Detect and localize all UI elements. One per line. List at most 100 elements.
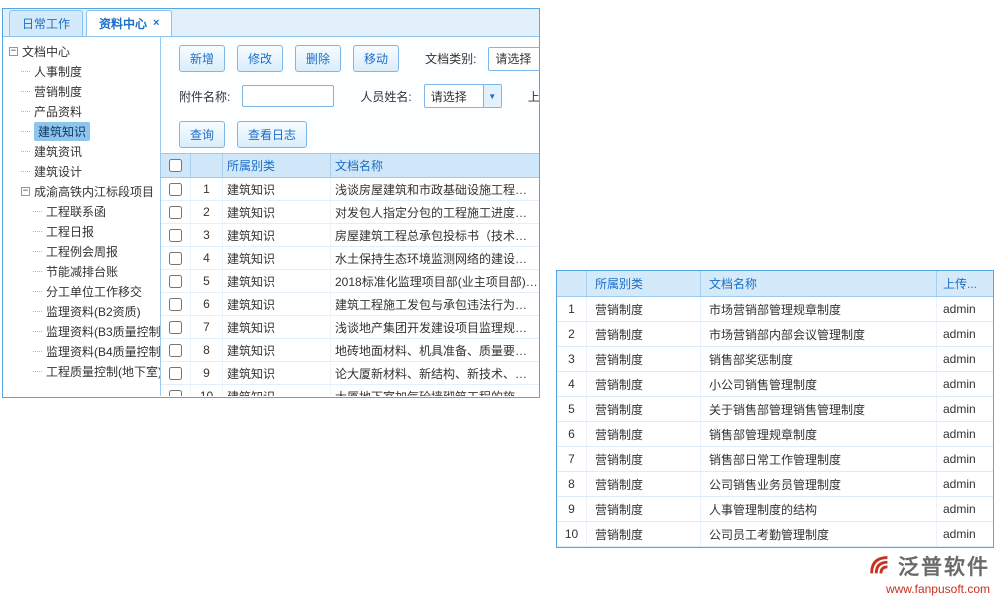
tab-daily-work[interactable]: 日常工作	[9, 10, 83, 36]
row-uploader: admin	[937, 477, 993, 491]
upload-date-label: 上传日期	[528, 88, 539, 105]
table-row[interactable]: 1 建筑知识 浅谈房屋建筑和市政基础设施工程施工...	[161, 178, 539, 201]
add-button[interactable]: 新增	[179, 45, 225, 72]
row-number: 3	[191, 224, 223, 246]
row-checkbox[interactable]	[169, 206, 182, 219]
table-row[interactable]: 5 营销制度 关于销售部管理销售管理制度 admin	[557, 397, 993, 422]
tree-item[interactable]: 监理资料(B4质量控制)	[3, 341, 160, 361]
tree-item[interactable]: 产品资料	[3, 101, 160, 121]
tree-item[interactable]: 人事制度	[3, 61, 160, 81]
chevron-down-icon: ▼	[483, 85, 501, 107]
row-docname: 浅谈房屋建筑和市政基础设施工程施工...	[331, 181, 539, 198]
doc-category-select[interactable]: 请选择 ▼	[488, 47, 539, 71]
tree-line-icon	[21, 111, 30, 112]
table-row[interactable]: 9 建筑知识 论大厦新材料、新结构、新技术、新工...	[161, 362, 539, 385]
tree-label: 建筑资讯	[34, 143, 82, 160]
tree-item[interactable]: 工程日报	[3, 221, 160, 241]
table-row[interactable]: 3 建筑知识 房屋建筑工程总承包投标书（技术标）...	[161, 224, 539, 247]
row-docname: 地砖地面材料、机具准备、质量要求及...	[331, 342, 539, 359]
tree-item[interactable]: 建筑资讯	[3, 141, 160, 161]
collapse-icon[interactable]: −	[21, 187, 30, 196]
col-uploader: 上传...	[937, 275, 993, 292]
table-row[interactable]: 7 建筑知识 浅谈地产集团开发建设项目监理规划编...	[161, 316, 539, 339]
table-row[interactable]: 6 营销制度 销售部管理规章制度 admin	[557, 422, 993, 447]
tab-data-center[interactable]: 资料中心 ×	[86, 10, 172, 36]
table-row[interactable]: 8 建筑知识 地砖地面材料、机具准备、质量要求及...	[161, 339, 539, 362]
row-checkbox[interactable]	[169, 183, 182, 196]
select-value: 请选择	[425, 88, 483, 105]
delete-button[interactable]: 删除	[295, 45, 341, 72]
row-checkbox[interactable]	[169, 229, 182, 242]
tree-line-icon	[21, 91, 30, 92]
col-number	[557, 271, 587, 296]
table-row[interactable]: 3 营销制度 销售部奖惩制度 admin	[557, 347, 993, 372]
query-button[interactable]: 查询	[179, 121, 225, 148]
tree-line-icon	[33, 251, 42, 252]
row-checkbox[interactable]	[169, 367, 182, 380]
row-checkbox[interactable]	[169, 321, 182, 334]
tree-item[interactable]: 分工单位工作移交	[3, 281, 160, 301]
row-uploader: admin	[937, 377, 993, 391]
tree-item[interactable]: 工程联系函	[3, 201, 160, 221]
row-number: 1	[191, 178, 223, 200]
move-button[interactable]: 移动	[353, 45, 399, 72]
row-checkbox[interactable]	[169, 298, 182, 311]
table-row[interactable]: 1 营销制度 市场营销部管理规章制度 admin	[557, 297, 993, 322]
row-number: 1	[557, 297, 587, 321]
view-log-button[interactable]: 查看日志	[237, 121, 307, 148]
row-category: 营销制度	[587, 422, 701, 446]
table-row[interactable]: 6 建筑知识 建筑工程施工发包与承包违法行为认定...	[161, 293, 539, 316]
row-number: 6	[557, 422, 587, 446]
table-row[interactable]: 2 建筑知识 对发包人指定分包的工程施工进度安排...	[161, 201, 539, 224]
row-checkbox[interactable]	[169, 390, 182, 397]
table-row[interactable]: 2 营销制度 市场营销部内部会议管理制度 admin	[557, 322, 993, 347]
folder-tree: − 文档中心 人事制度 营销制度 产品资料 建筑知识 建筑资讯	[3, 37, 161, 396]
table-row[interactable]: 5 建筑知识 2018标准化监理项目部(业主项目部)人员...	[161, 270, 539, 293]
row-uploader: admin	[937, 352, 993, 366]
row-docname: 市场营销部内部会议管理制度	[701, 322, 937, 346]
table-row[interactable]: 4 建筑知识 水土保持生态环境监测网络的建设与资...	[161, 247, 539, 270]
row-number: 6	[191, 293, 223, 315]
table-row[interactable]: 10 营销制度 公司员工考勤管理制度 admin	[557, 522, 993, 547]
row-category: 建筑知识	[223, 224, 331, 246]
tree-item-project[interactable]: − 成渝高铁内江标段项目	[3, 181, 160, 201]
attachment-name-input[interactable]	[242, 85, 334, 107]
row-checkbox[interactable]	[169, 344, 182, 357]
tree-item[interactable]: 工程例会周报	[3, 241, 160, 261]
table-row[interactable]: 8 营销制度 公司销售业务员管理制度 admin	[557, 472, 993, 497]
row-checkbox[interactable]	[169, 275, 182, 288]
tree-item[interactable]: 监理资料(B2资质)	[3, 301, 160, 321]
row-number: 8	[557, 472, 587, 496]
fanpu-logo: 泛普软件 www.fanpusoft.com	[867, 551, 990, 596]
table-row[interactable]: 4 营销制度 小公司销售管理制度 admin	[557, 372, 993, 397]
tree-line-icon	[33, 331, 42, 332]
row-uploader: admin	[937, 402, 993, 416]
tree-label: 分工单位工作移交	[46, 283, 142, 300]
modify-button[interactable]: 修改	[237, 45, 283, 72]
table-row[interactable]: 7 营销制度 销售部日常工作管理制度 admin	[557, 447, 993, 472]
tree-item-root[interactable]: − 文档中心	[3, 41, 160, 61]
tree-item[interactable]: 节能减排台账	[3, 261, 160, 281]
tree-item[interactable]: 建筑设计	[3, 161, 160, 181]
table-row[interactable]: 9 营销制度 人事管理制度的结构 admin	[557, 497, 993, 522]
row-number: 4	[191, 247, 223, 269]
row-checkbox[interactable]	[169, 252, 182, 265]
select-all-checkbox[interactable]	[169, 159, 182, 172]
tree-item[interactable]: 工程质量控制(地下室)	[3, 361, 160, 381]
table-row[interactable]: 10 建筑知识 大厦地下室加气砼墙砌筑工程的施工方...	[161, 385, 539, 396]
marketing-docs-table: 所属别类 文档名称 上传... 1 营销制度 市场营销部管理规章制度 admin…	[556, 270, 994, 548]
tree-item[interactable]: 监理资料(B3质量控制)	[3, 321, 160, 341]
tree-item[interactable]: 营销制度	[3, 81, 160, 101]
close-icon[interactable]: ×	[153, 18, 159, 29]
tree-line-icon	[33, 211, 42, 212]
row-docname: 销售部日常工作管理制度	[701, 447, 937, 471]
row-number: 3	[557, 347, 587, 371]
col-docname: 文档名称	[701, 271, 937, 296]
tree-item-selected[interactable]: 建筑知识	[3, 121, 160, 141]
person-name-select[interactable]: 请选择 ▼	[424, 84, 502, 108]
col-category: 所属别类	[223, 154, 331, 177]
select-value: 请选择	[489, 50, 539, 67]
collapse-icon[interactable]: −	[9, 47, 18, 56]
row-number: 9	[191, 362, 223, 384]
table-header-row: 所属别类 文档名称 上传...	[557, 271, 993, 297]
